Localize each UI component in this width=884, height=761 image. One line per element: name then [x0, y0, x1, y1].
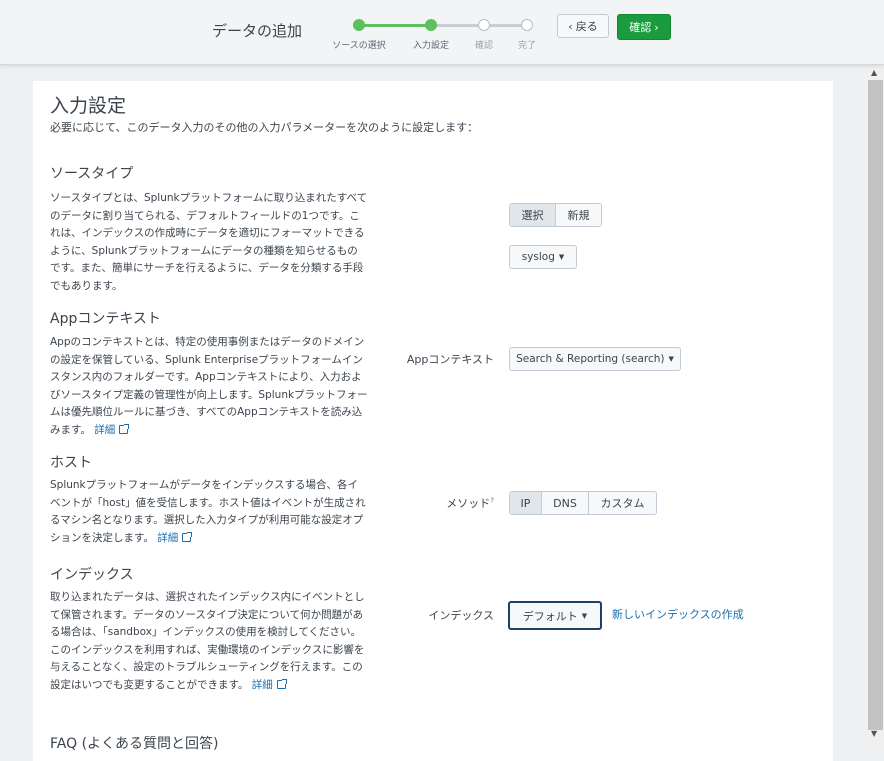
- step-dot-review: [478, 19, 490, 31]
- external-link-icon: [119, 423, 130, 434]
- step-label-review: 確認: [474, 41, 494, 51]
- scroll-down-arrow-icon[interactable]: ▼: [871, 729, 877, 738]
- app-context-dropdown-value: Search & Reporting (search): [516, 353, 665, 365]
- app-context-description: Appのコンテキストとは、特定の使用事例またはデータのドメインの設定を保管してい…: [50, 336, 368, 436]
- host-method-ip-button[interactable]: IP: [510, 492, 542, 514]
- index-learn-more-link[interactable]: 詳細: [252, 678, 287, 691]
- host-method-custom-button[interactable]: カスタム: [589, 492, 656, 514]
- caret-down-icon: ▼: [581, 611, 588, 620]
- app-context-description-block: Appのコンテキストとは、特定の使用事例またはデータのドメインの設定を保管してい…: [50, 334, 368, 440]
- progress-line-done: [358, 24, 430, 27]
- external-link-icon: [182, 531, 193, 542]
- sourcetype-dropdown[interactable]: syslog ▼: [509, 245, 577, 269]
- chevron-left-icon: ‹: [568, 19, 573, 33]
- index-dropdown-value: デフォルト: [522, 609, 578, 623]
- host-method-label-block: メソッド?: [396, 495, 494, 511]
- step-dot-input-settings: [425, 19, 437, 31]
- help-question-icon[interactable]: ?: [490, 496, 494, 504]
- next-button[interactable]: 確認 ›: [617, 14, 671, 40]
- sourcetype-toggle: 選択 新規: [509, 203, 602, 227]
- faq-title: FAQ (よくある質問と回答): [50, 736, 219, 752]
- host-method-dns-button[interactable]: DNS: [542, 492, 589, 514]
- next-button-label: 確認: [629, 21, 652, 34]
- app-context-field-label: Appコンテキスト: [406, 353, 494, 366]
- chevron-right-icon: ›: [654, 20, 659, 34]
- app-context-dropdown[interactable]: Search & Reporting (search) ▼: [509, 347, 681, 371]
- scroll-up-arrow-icon[interactable]: ▲: [871, 68, 877, 77]
- step-label-input-settings: 入力設定: [412, 41, 450, 51]
- host-method-toggle: IP DNS カスタム: [509, 491, 657, 515]
- app-context-title: Appコンテキスト: [50, 311, 161, 327]
- step-dot-done: [521, 19, 533, 31]
- host-description-block: Splunkプラットフォームがデータをインデックスする場合、各イベントが「hos…: [50, 477, 368, 547]
- caret-down-icon: ▼: [558, 253, 565, 261]
- index-description: 取り込まれたデータは、選択されたインデックス内にイベントとして保管されます。デー…: [50, 591, 365, 691]
- sourcetype-title: ソースタイプ: [50, 166, 134, 182]
- back-button-label: 戻る: [575, 20, 598, 33]
- index-description-block: 取り込まれたデータは、選択されたインデックス内にイベントとして保管されます。デー…: [50, 589, 368, 695]
- app-context-learn-more-link[interactable]: 詳細: [94, 423, 130, 436]
- index-dropdown[interactable]: デフォルト ▼: [508, 601, 602, 630]
- step-label-done: 完了: [517, 41, 537, 51]
- page-title: 入力設定: [50, 95, 127, 117]
- sourcetype-select-button[interactable]: 選択: [510, 204, 556, 226]
- host-method-label: メソッド: [446, 497, 491, 510]
- host-description: Splunkプラットフォームがデータをインデックスする場合、各イベントが「hos…: [50, 479, 366, 544]
- external-link-icon: [276, 678, 287, 689]
- sourcetype-dropdown-value: syslog: [521, 251, 555, 263]
- step-label-source: ソースの選択: [332, 41, 386, 51]
- scrollbar-thumb[interactable]: [868, 80, 883, 730]
- sourcetype-description: ソースタイプとは、Splunkプラットフォームに取り込まれたすべてのデータに割り…: [50, 192, 368, 292]
- wizard-title: データの追加: [212, 22, 303, 40]
- page-description: 必要に応じて、このデータ入力のその他の入力パラメーターを次のように設定します：: [50, 121, 479, 134]
- create-index-link[interactable]: 新しいインデックスの作成: [612, 606, 744, 622]
- caret-down-icon: ▼: [668, 355, 674, 363]
- host-learn-more-link[interactable]: 詳細: [157, 531, 193, 544]
- sourcetype-new-button[interactable]: 新規: [556, 204, 601, 226]
- wizard-header: データの追加 ソースの選択 入力設定 確認 完了 ‹ 戻る 確認 ›: [0, 0, 884, 65]
- index-field-label: インデックス: [428, 609, 494, 622]
- step-dot-source: [353, 19, 365, 31]
- index-title: インデックス: [50, 567, 134, 583]
- back-button[interactable]: ‹ 戻る: [557, 14, 609, 38]
- host-title: ホスト: [50, 455, 92, 471]
